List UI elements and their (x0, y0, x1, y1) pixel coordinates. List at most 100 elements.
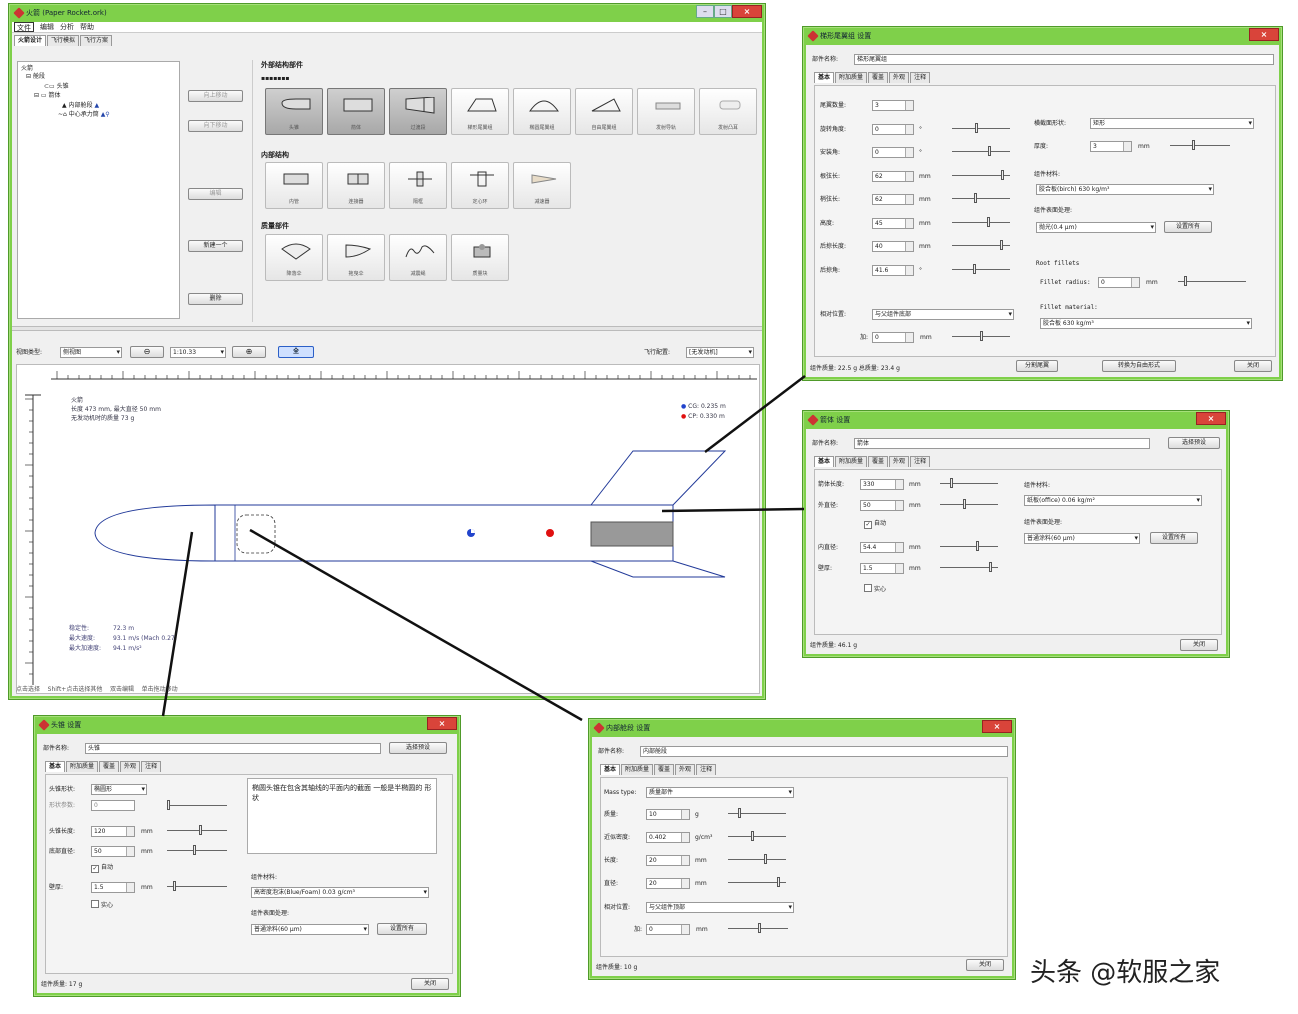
body-row-spinner[interactable]: 50 (860, 500, 904, 511)
outer-component-button[interactable]: 头锥 (265, 88, 323, 135)
nose-param-field[interactable]: 0 (91, 800, 135, 811)
tree-inner[interactable]: ▲ 内部舱段 ▲ (62, 102, 99, 110)
outer-component-button[interactable]: 过渡段 (389, 88, 447, 135)
body-finish-apply-button[interactable]: 设置所有 (1150, 532, 1198, 544)
inner-tab-basic[interactable]: 基本 (600, 764, 621, 775)
inner-row-spinner[interactable]: 0.402 (646, 832, 690, 843)
menu-analyze[interactable]: 分析 (60, 22, 74, 32)
body-close-x[interactable]: × (1196, 412, 1226, 425)
fin-row-spinner[interactable]: 40 (872, 241, 914, 252)
delete-button[interactable]: 删除 (188, 293, 243, 305)
zoom-in-button[interactable]: ⊕ (232, 346, 266, 358)
body-tab-appearance[interactable]: 外观 (889, 456, 910, 467)
fin-titlebar[interactable]: 梯形尾翼组 设置 × (806, 27, 1279, 45)
inner-tab-mass[interactable]: 附加质量 (621, 764, 654, 775)
inner-name-field[interactable]: 内部舱段 (640, 746, 1008, 757)
outer-component-button[interactable]: 箭体 (327, 88, 385, 135)
inner-component-button[interactable]: 减速器 (513, 162, 571, 209)
fin-fillet-slider[interactable] (1178, 276, 1246, 286)
outer-component-button[interactable]: 发射导轨 (637, 88, 695, 135)
maximize-button[interactable]: □ (714, 5, 732, 18)
nose-base-spin[interactable]: 50 (91, 846, 135, 857)
menu-edit[interactable]: 编辑 (40, 22, 54, 32)
fin-tab-basic[interactable]: 基本 (814, 72, 835, 83)
flight-config-select[interactable]: [无发动机] (686, 347, 754, 358)
nose-shape-select[interactable]: 椭圆形 (91, 784, 147, 795)
inner-row-spinner[interactable]: 20 (646, 855, 690, 866)
outer-component-button[interactable]: 自由尾翼组 (575, 88, 633, 135)
fin-tab-mass[interactable]: 附加质量 (835, 72, 868, 83)
inner-component-button[interactable]: 隔框 (389, 162, 447, 209)
body-tab-basic[interactable]: 基本 (814, 456, 835, 467)
inner-tab-override[interactable]: 覆盖 (654, 764, 675, 775)
minimize-button[interactable]: – (696, 5, 714, 18)
nose-tab-comment[interactable]: 注释 (141, 761, 162, 772)
body-close-button[interactable]: 关闭 (1180, 639, 1218, 651)
nose-wall-slider[interactable] (167, 881, 227, 891)
tab-flight-config[interactable]: 飞行方案 (80, 35, 113, 46)
fin-close-button[interactable]: 关闭 (1234, 360, 1272, 372)
inner-row-spinner[interactable]: 20 (646, 878, 690, 889)
stage-all-button[interactable]: 全 (278, 346, 314, 358)
nose-tab-mass[interactable]: 附加质量 (66, 761, 99, 772)
nose-tab-appearance[interactable]: 外观 (120, 761, 141, 772)
nose-wall-spin[interactable]: 1.5 (91, 882, 135, 893)
tab-flight-sim[interactable]: 飞行模拟 (47, 35, 80, 46)
fin-row-spinner[interactable]: 0 (872, 147, 914, 158)
body-preset-button[interactable]: 选择预设 (1168, 437, 1220, 449)
mass-component-button[interactable]: 质量块 (451, 234, 509, 281)
fin-row-slider[interactable] (952, 146, 1010, 156)
body-row-spinner[interactable]: 1.5 (860, 563, 904, 574)
inner-component-button[interactable]: 连接器 (327, 162, 385, 209)
tree-rocket[interactable]: 火箭 (21, 65, 33, 73)
body-titlebar[interactable]: 箭体 设置 × (806, 411, 1226, 429)
fin-cross-select[interactable]: 矩形 (1090, 118, 1254, 129)
fin-close-x[interactable]: × (1249, 28, 1279, 41)
fin-position-select[interactable]: 与父组件底部 (872, 309, 1014, 320)
body-tab-override[interactable]: 覆盖 (868, 456, 889, 467)
fin-thick-slider[interactable] (1170, 140, 1230, 150)
fin-row-spinner[interactable]: 62 (872, 194, 914, 205)
fin-row-spinner[interactable]: 3 (872, 100, 914, 111)
nose-length-slider[interactable] (167, 825, 227, 835)
fin-material-select[interactable]: 胶合板(birch) 630 kg/m³ (1036, 184, 1214, 195)
body-finish-select[interactable]: 普通涂料(60 μm) (1024, 533, 1140, 544)
body-tab-mass[interactable]: 附加质量 (835, 456, 868, 467)
nose-param-slider[interactable] (167, 800, 227, 810)
tree-nosecone[interactable]: ⊂▭ 头锥 (44, 83, 69, 91)
nose-titlebar[interactable]: 头锥 设置 × (37, 716, 457, 734)
inner-close-x[interactable]: × (982, 720, 1012, 733)
view-type-select[interactable]: 侧视图 (60, 347, 122, 358)
inner-row-slider[interactable] (728, 854, 786, 864)
nose-material-select[interactable]: 高密度泡沫(Blue/Foam) 0.03 g/cm³ (251, 887, 429, 898)
fin-row-spinner[interactable]: 45 (872, 217, 914, 229)
tab-rocket-design[interactable]: 火箭设计 (14, 35, 47, 46)
nose-tab-basic[interactable]: 基本 (45, 761, 66, 772)
body-row-slider[interactable] (940, 562, 998, 572)
edit-button[interactable]: 编辑 (188, 188, 243, 200)
tree-bodytube[interactable]: ⊟ ▭ 箭体 (34, 92, 61, 100)
fin-plus-spin[interactable]: 0 (872, 332, 914, 343)
outer-component-button[interactable]: 椭圆尾翼组 (513, 88, 571, 135)
mass-component-button[interactable]: 减震绳 (389, 234, 447, 281)
inner-row-slider[interactable] (728, 877, 786, 887)
fin-row-slider[interactable] (952, 193, 1010, 203)
fin-thick-spin[interactable]: 3 (1090, 141, 1132, 152)
menu-file[interactable]: 文件 (14, 22, 34, 32)
fin-row-slider[interactable] (952, 216, 1010, 227)
body-row-slider[interactable] (940, 499, 998, 509)
fin-row-slider[interactable] (952, 169, 1010, 180)
inner-position-select[interactable]: 与父组件顶部 (646, 902, 794, 913)
fin-convert-button[interactable]: 转换为自由形式 (1102, 360, 1176, 372)
nose-solid-check[interactable]: 实心 (91, 900, 113, 910)
fin-fillet-radius-spin[interactable]: 0 (1098, 277, 1140, 288)
inner-plus-slider[interactable] (728, 923, 788, 933)
fin-name-field[interactable]: 梯形尾翼组 (854, 54, 1274, 65)
rocket-view[interactable]: 火箭 长度 473 mm, 最大直径 50 mm 无发动机时的质量 73 g ●… (16, 364, 760, 694)
body-material-select[interactable]: 纸板(office) 0.06 kg/m² (1024, 495, 1202, 506)
body-auto-check[interactable]: 自动 (864, 520, 886, 529)
nose-name-field[interactable]: 头锥 (85, 743, 381, 754)
nose-tab-override[interactable]: 覆盖 (99, 761, 120, 772)
body-row-spinner[interactable]: 330 (860, 479, 904, 490)
close-button[interactable]: × (732, 5, 762, 18)
